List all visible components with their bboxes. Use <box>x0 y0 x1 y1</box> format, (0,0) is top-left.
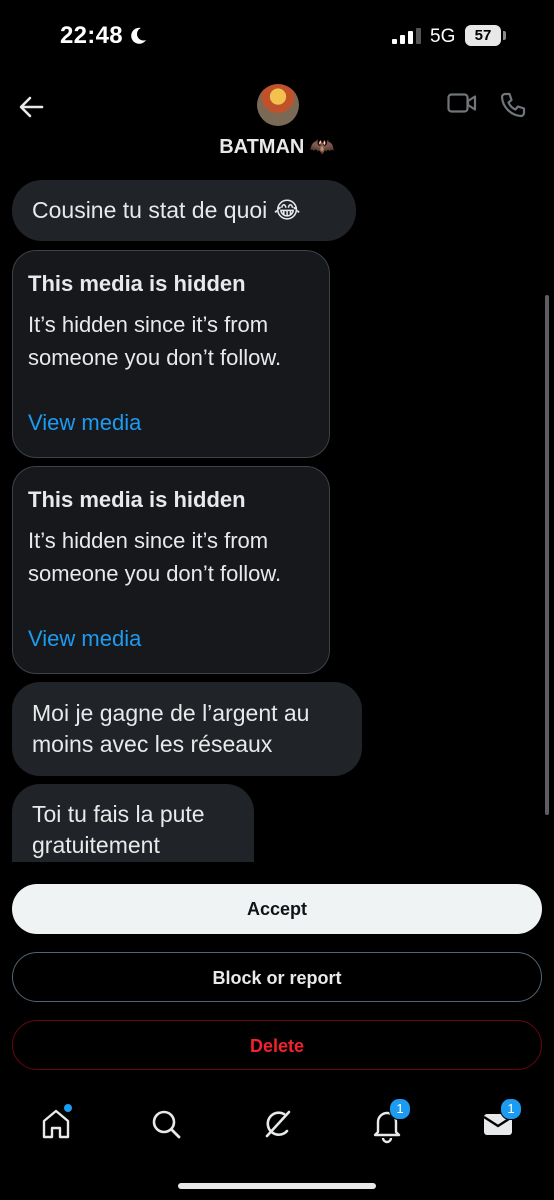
moon-icon <box>131 27 146 44</box>
network-label: 5G <box>430 26 456 47</box>
delete-button[interactable]: Delete <box>12 1020 542 1070</box>
tab-notifications[interactable]: 1 <box>367 1098 411 1144</box>
bottom-tab-bar: 1 1 <box>0 1090 554 1160</box>
notifications-badge: 1 <box>389 1098 411 1120</box>
search-icon <box>152 1110 181 1139</box>
signal-icon <box>392 28 421 44</box>
message-text: Moi je gagne de l’argent au moins avec l… <box>32 700 310 757</box>
status-bar: 22:48 5G 57 <box>0 0 554 72</box>
grok-icon <box>265 1110 291 1138</box>
messages-badge: 1 <box>500 1098 522 1120</box>
media-title: This media is hidden <box>28 487 246 512</box>
back-arrow-icon[interactable] <box>18 94 44 120</box>
home-indicator[interactable] <box>178 1183 376 1189</box>
view-media-link[interactable]: View media <box>28 410 141 436</box>
media-description: It’s hidden since it’s from someone you … <box>28 528 282 586</box>
media-description: It’s hidden since it’s from someone you … <box>28 312 282 370</box>
tab-search[interactable] <box>146 1104 186 1144</box>
view-media-link[interactable]: View media <box>28 626 141 652</box>
hidden-media-card: This media is hidden It’s hidden since i… <box>12 466 330 674</box>
message-bubble[interactable]: Toi tu fais la pute gratuitement <box>12 784 254 862</box>
status-time: 22:48 <box>60 22 123 49</box>
conversation-header: BATMAN 🦇 <box>0 72 554 172</box>
message-bubble[interactable]: Moi je gagne de l’argent au moins avec l… <box>12 682 362 776</box>
tab-messages[interactable]: 1 <box>478 1098 522 1144</box>
video-call-icon[interactable] <box>447 92 477 114</box>
media-title: This media is hidden <box>28 271 246 296</box>
accept-button[interactable]: Accept <box>12 884 542 934</box>
phone-icon[interactable] <box>500 92 526 118</box>
message-text: Toi tu fais la pute gratuitement <box>32 801 205 858</box>
home-notification-dot <box>64 1104 72 1112</box>
tab-grok[interactable] <box>257 1104 297 1144</box>
message-text: Cousine tu stat de quoi 😂 <box>32 197 301 223</box>
contact-name[interactable]: BATMAN 🦇 <box>0 134 554 159</box>
hidden-media-card: This media is hidden It’s hidden since i… <box>12 250 330 458</box>
block-or-report-button[interactable]: Block or report <box>12 952 542 1002</box>
avatar[interactable] <box>257 84 299 126</box>
battery-cap <box>503 31 506 40</box>
tab-home[interactable] <box>36 1104 76 1144</box>
message-bubble[interactable]: Cousine tu stat de quoi 😂 <box>12 180 356 241</box>
scrollbar[interactable] <box>545 295 549 815</box>
battery-icon: 57 <box>465 25 501 46</box>
